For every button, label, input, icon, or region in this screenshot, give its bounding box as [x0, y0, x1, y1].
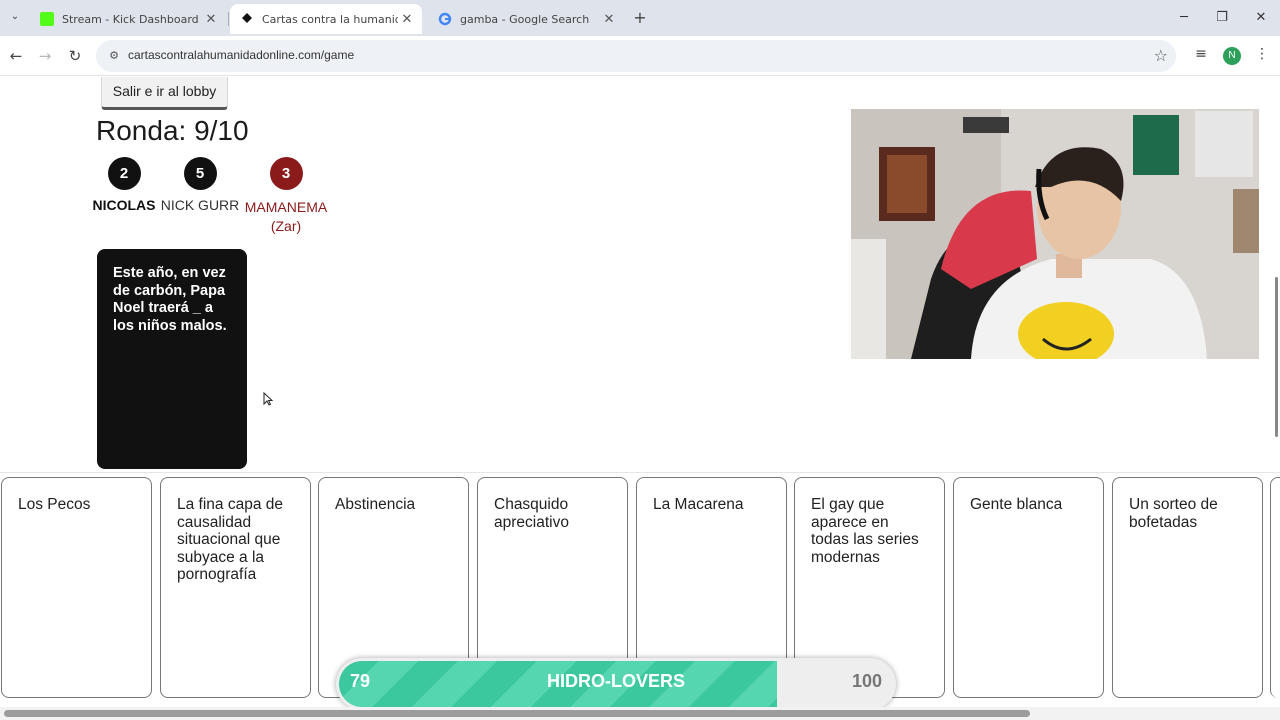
media-control-icon[interactable]: ≡: [1191, 46, 1211, 62]
tab-bar: ⌄ Stream - Kick Dashboard ✕ Cartas contr…: [0, 0, 1280, 36]
menu-icon[interactable]: ⋮: [1252, 46, 1272, 62]
tab-title: Stream - Kick Dashboard: [62, 12, 199, 26]
player-name: MAMANEMA: [244, 199, 328, 215]
tab-title: Cartas contra la humanidad online: [262, 12, 398, 26]
avatar[interactable]: N: [1223, 47, 1241, 65]
progress-current: 79: [350, 671, 371, 691]
exit-to-lobby-button[interactable]: Salir e ir al lobby: [101, 77, 228, 110]
player-score: 5: [183, 157, 217, 190]
close-tab-icon[interactable]: ✕: [600, 12, 618, 27]
tab-search-icon[interactable]: ⌄: [6, 8, 24, 26]
back-icon[interactable]: ←: [5, 45, 27, 67]
browser-toolbar: ← → ↻ ⚙ cartascontralahumanidadonline.co…: [0, 36, 1280, 76]
tab-cartas[interactable]: Cartas contra la humanidad online ✕: [230, 4, 422, 34]
google-icon: [438, 12, 452, 26]
site-info-icon[interactable]: ⚙: [106, 48, 122, 64]
white-card[interactable]: La fina capa de causalidad situacional q…: [160, 477, 311, 698]
close-tab-icon[interactable]: ✕: [202, 12, 220, 27]
vertical-scrollbar[interactable]: [1275, 277, 1278, 437]
player-score: 2: [107, 157, 141, 190]
white-card[interactable]: Los Pecos: [1, 477, 152, 698]
czar-badge: (Zar): [270, 218, 302, 234]
player-mamanema: 3 MAMANEMA (Zar): [241, 157, 331, 234]
restore-icon[interactable]: ❐: [1210, 6, 1234, 30]
game-page: Salir e ir al lobby Ronda: 9/10 2 NICOLA…: [0, 77, 1280, 720]
close-tab-icon[interactable]: ✕: [398, 12, 416, 27]
mouse-cursor-icon: [263, 391, 274, 409]
scrollbar-thumb[interactable]: [4, 710, 1030, 717]
player-name: NICK GURR: [160, 197, 240, 213]
progress-goal: 100: [851, 671, 882, 691]
white-card[interactable]: Gente blanca: [953, 477, 1104, 698]
close-window-icon[interactable]: ✕: [1249, 6, 1273, 30]
black-card: Este año, en vez de carbón, Papa Noel tr…: [97, 249, 247, 469]
kick-icon: [40, 12, 54, 26]
bookmark-star-icon[interactable]: ☆: [1154, 46, 1168, 65]
tab-kick-dashboard[interactable]: Stream - Kick Dashboard ✕: [30, 4, 226, 34]
url-text[interactable]: cartascontralahumanidadonline.com/game: [128, 48, 354, 62]
progress-label: HIDRO-LOVERS: [546, 671, 685, 691]
webcam-feed: [851, 109, 1259, 359]
player-score: 3: [269, 157, 303, 190]
white-card-partial[interactable]: [1270, 477, 1280, 698]
hand-divider: [0, 472, 1280, 473]
cards-icon: [240, 12, 254, 26]
round-counter: Ronda: 9/10: [96, 115, 249, 146]
address-bar[interactable]: ⚙ cartascontralahumanidadonline.com/game…: [96, 40, 1176, 72]
reload-icon[interactable]: ↻: [64, 45, 86, 67]
goal-progress-bar: HIDRO-LOVERS 79 100: [336, 658, 896, 710]
tab-title: gamba - Google Search: [460, 12, 590, 26]
player-nick-gurr: 5 NICK GURR: [155, 157, 245, 213]
tab-separator: [228, 12, 229, 26]
new-tab-icon[interactable]: +: [630, 8, 650, 28]
minimize-icon[interactable]: ─: [1172, 6, 1196, 30]
tab-google-search[interactable]: gamba - Google Search ✕: [428, 4, 624, 34]
white-card[interactable]: Un sorteo de bofetadas: [1112, 477, 1263, 698]
forward-icon[interactable]: →: [34, 45, 56, 67]
horizontal-scrollbar[interactable]: [0, 707, 1280, 720]
